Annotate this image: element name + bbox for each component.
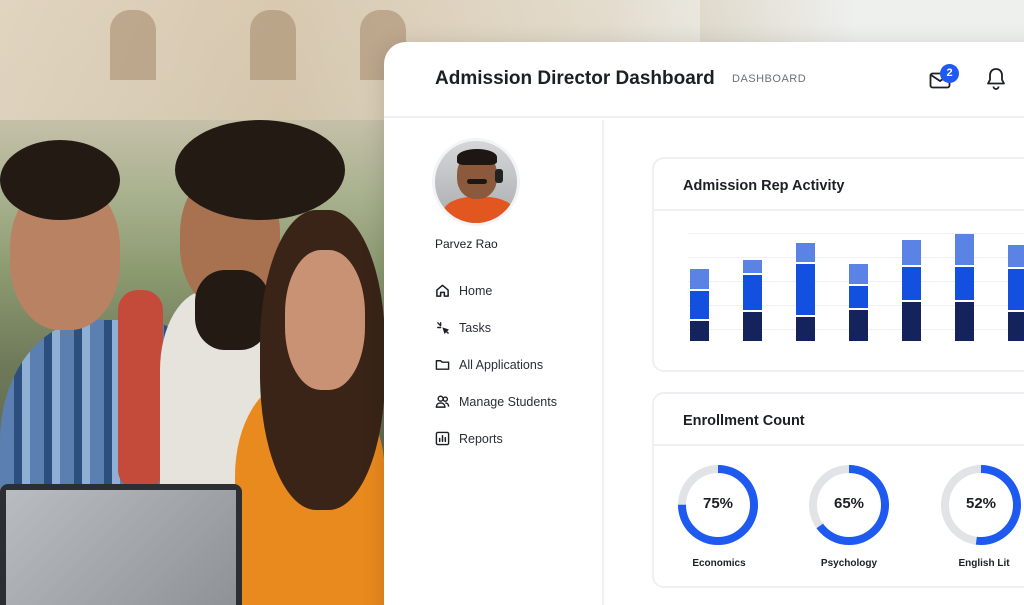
sidebar-nav: Home Tasks All Applications Manage Stude… (434, 272, 557, 457)
chart-bar-segment[interactable] (743, 312, 762, 341)
donut-english-lit: 52% (940, 464, 1022, 546)
sidebar-item-label: Home (459, 283, 493, 298)
users-icon (434, 394, 450, 410)
card-title: Admission Rep Activity (683, 178, 845, 194)
activity-bar-chart (654, 213, 1024, 373)
card-title: Enrollment Count (683, 413, 805, 429)
chart-bar-segment[interactable] (902, 266, 921, 300)
folder-icon (434, 357, 450, 373)
tasks-icon (434, 320, 450, 336)
chart-bar-segment[interactable] (1008, 268, 1024, 311)
sidebar-item-label: Tasks (459, 320, 491, 335)
sidebar-item-manage-students[interactable]: Manage Students (434, 383, 557, 420)
laptop (0, 484, 242, 605)
bell-icon[interactable] (984, 66, 1008, 92)
sidebar: Parvez Rao Home Tasks All Applications M… (384, 120, 604, 605)
sidebar-item-tasks[interactable]: Tasks (434, 309, 557, 346)
percent-label: 75% (702, 495, 734, 512)
breadcrumb[interactable]: DASHBOARD (732, 73, 806, 85)
chart-bar-segment[interactable] (690, 321, 709, 341)
chart-bar-segment[interactable] (955, 266, 974, 300)
admission-rep-activity-card: Admission Rep Activity (652, 157, 1024, 372)
sidebar-item-label: Manage Students (459, 394, 557, 409)
chart-bar-segment[interactable] (902, 240, 921, 265)
percent-label: 65% (833, 495, 865, 512)
chart-bar-segment[interactable] (1008, 244, 1024, 267)
chart-bar-segment[interactable] (743, 275, 762, 311)
donut-label: English Lit (958, 558, 1010, 569)
avatar[interactable] (432, 138, 520, 226)
chart-bar-segment[interactable] (955, 301, 974, 341)
donut-psychology: 65% (808, 464, 890, 546)
sidebar-item-home[interactable]: Home (434, 272, 557, 309)
chart-bar-segment[interactable] (690, 290, 709, 320)
sidebar-item-all-applications[interactable]: All Applications (434, 346, 557, 383)
chart-bar-segment[interactable] (1008, 312, 1024, 341)
sidebar-item-reports[interactable]: Reports (434, 420, 557, 457)
sidebar-item-label: Reports (459, 431, 503, 446)
dashboard-panel: Admission Director Dashboard DASHBOARD 2… (384, 42, 1024, 605)
chart-icon (434, 431, 450, 447)
donut-economics: 75% (677, 464, 759, 546)
chart-bar-segment[interactable] (849, 264, 868, 285)
chart-bar-segment[interactable] (902, 301, 921, 341)
page-title: Admission Director Dashboard (435, 68, 715, 89)
sidebar-item-label: All Applications (459, 357, 544, 372)
user-name: Parvez Rao (435, 237, 498, 251)
chart-bar-segment[interactable] (955, 233, 974, 265)
chart-bar-segment[interactable] (743, 260, 762, 274)
chart-bar-segment[interactable] (849, 286, 868, 309)
percent-label: 52% (965, 495, 997, 512)
chart-bar-segment[interactable] (690, 268, 709, 289)
enrollment-count-card: Enrollment Count 75% Economics 65% Psych… (652, 392, 1024, 588)
chart-bar-segment[interactable] (796, 264, 815, 315)
notification-count-badge: 2 (940, 64, 959, 83)
dashboard-header: Admission Director Dashboard DASHBOARD 2 (384, 42, 1024, 118)
donut-label: Economics (692, 558, 746, 569)
home-icon (434, 283, 450, 299)
chart-bar-segment[interactable] (796, 316, 815, 341)
donut-label: Psychology (820, 558, 878, 569)
chart-bar-segment[interactable] (849, 310, 868, 341)
chart-bar-segment[interactable] (796, 242, 815, 263)
